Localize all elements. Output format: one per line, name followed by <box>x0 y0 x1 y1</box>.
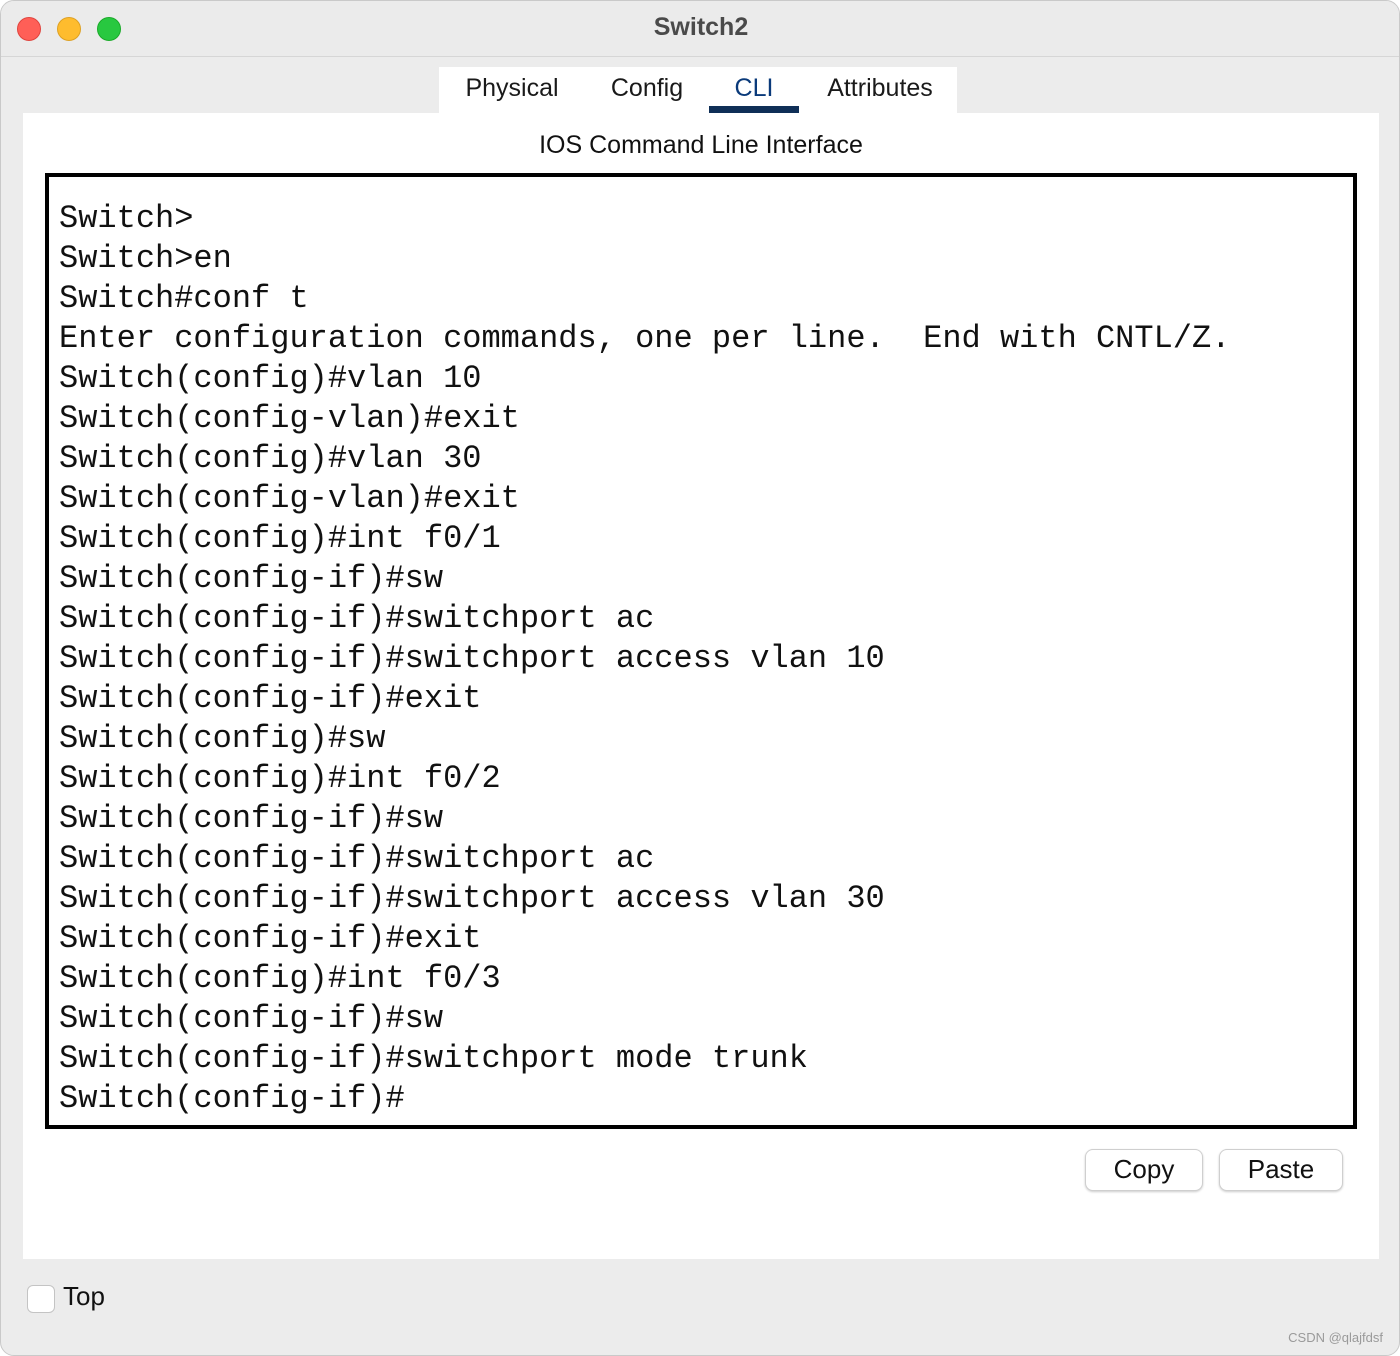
terminal-line: Switch(config-if)#switchport mode trunk <box>59 1040 808 1077</box>
tab-cli-label: CLI <box>734 74 774 102</box>
terminal-line: Switch> <box>59 200 194 237</box>
terminal-line: Switch(config)#sw <box>59 720 386 757</box>
panel-heading: IOS Command Line Interface <box>539 131 863 159</box>
terminal-line: Enter configuration commands, one per li… <box>59 320 1231 357</box>
copy-button[interactable]: Copy <box>1085 1149 1203 1191</box>
terminal-line: Switch(config)#vlan 10 <box>59 360 482 397</box>
cli-panel: IOS Command Line Interface Switch> Switch… <box>23 113 1379 1259</box>
title-bar: Switch2 <box>1 1 1399 57</box>
watermark: CSDN @qlajfdsf <box>1288 1330 1383 1345</box>
terminal-line: Switch(config-if)# <box>59 1080 405 1117</box>
terminal-line: Switch(config-if)#exit <box>59 680 482 717</box>
terminal-line: Switch(config)#int f0/1 <box>59 520 501 557</box>
app-window: Switch2 Physical Config CLI Attributes I… <box>0 0 1400 1356</box>
top-checkbox[interactable] <box>27 1285 55 1313</box>
terminal-line: Switch(config)#int f0/3 <box>59 960 501 997</box>
tab-cli[interactable]: CLI <box>709 67 799 113</box>
top-checkbox-label: Top <box>63 1281 105 1311</box>
tab-attributes[interactable]: Attributes <box>815 67 945 113</box>
terminal-line: Switch(config-if)#switchport ac <box>59 600 655 637</box>
terminal-line: Switch(config-vlan)#exit <box>59 480 520 517</box>
terminal-line: Switch(config-if)#sw <box>59 560 444 597</box>
terminal-line: Switch#conf t <box>59 280 309 317</box>
terminal-line: Switch(config-if)#sw <box>59 1000 444 1037</box>
terminal-line: Switch>en <box>59 240 232 277</box>
tab-physical[interactable]: Physical <box>453 67 571 113</box>
terminal-line: Switch(config-vlan)#exit <box>59 400 520 437</box>
cli-terminal[interactable]: Switch> Switch>en Switch#conf t Enter confi… <box>45 173 1357 1129</box>
tab-bar: Physical Config CLI Attributes <box>439 67 957 113</box>
paste-button[interactable]: Paste <box>1219 1149 1343 1191</box>
terminal-line: Switch(config-if)#sw <box>59 800 444 837</box>
terminal-line: Switch(config-if)#switchport access vlan… <box>59 640 885 677</box>
terminal-line: Switch(config)#vlan 30 <box>59 440 482 477</box>
terminal-line: Switch(config)#int f0/2 <box>59 760 501 797</box>
window-title: Switch2 <box>653 13 749 41</box>
terminal-line: Switch(config-if)#switchport ac <box>59 840 655 877</box>
terminal-output: Switch> Switch>en Switch#conf t Enter confi… <box>59 199 1343 1119</box>
terminal-line: Switch(config-if)#exit <box>59 920 482 957</box>
tab-config[interactable]: Config <box>599 67 695 113</box>
active-tab-indicator <box>709 106 799 113</box>
terminal-line: Switch(config-if)#switchport access vlan… <box>59 880 885 917</box>
